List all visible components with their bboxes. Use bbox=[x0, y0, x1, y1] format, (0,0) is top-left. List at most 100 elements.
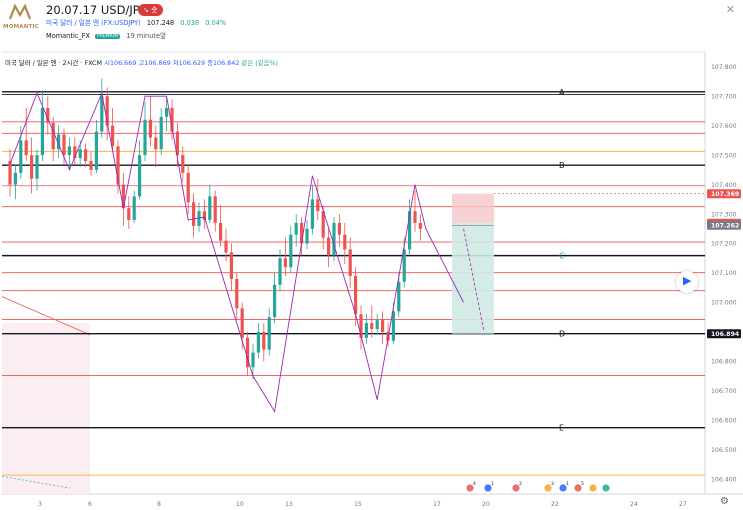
price-tick-label: 106.800 bbox=[711, 359, 737, 366]
play-button[interactable]: ▶ bbox=[676, 271, 698, 293]
candle-body bbox=[256, 331, 260, 353]
candle-body bbox=[213, 196, 217, 223]
economic-event-icon bbox=[602, 484, 610, 492]
economic-event-count: 1 bbox=[566, 481, 569, 487]
candle-body bbox=[273, 284, 277, 318]
candle-body bbox=[219, 222, 223, 241]
candle-body bbox=[202, 211, 206, 220]
candle-body bbox=[332, 222, 336, 256]
stop-loss-zone bbox=[452, 193, 494, 224]
candle-body bbox=[186, 172, 190, 203]
legend-symbol: 미국 달러 / 일본 엔 · 2시간 · FXCM bbox=[5, 59, 103, 67]
candle-body bbox=[13, 172, 17, 185]
time-tick-label: 17 bbox=[433, 501, 441, 508]
time-tick-label: 8 bbox=[157, 501, 161, 508]
price-tick-label: 106.600 bbox=[711, 418, 737, 425]
legend-ohlc: 시106.669 고106.869 저106.629 종106.842 bbox=[104, 59, 242, 67]
candle-body bbox=[418, 222, 422, 229]
candle-body bbox=[159, 116, 163, 150]
candle-body bbox=[327, 237, 331, 256]
economic-event-count: 4 bbox=[473, 481, 476, 487]
price-axis-marker-label: 106.894 bbox=[711, 331, 740, 338]
candle-body bbox=[364, 323, 368, 338]
time-tick-label: 24 bbox=[630, 501, 638, 508]
candle-body bbox=[35, 155, 39, 179]
economic-event-icon bbox=[589, 484, 597, 492]
price-tick-label: 107.000 bbox=[711, 300, 737, 307]
candle-body bbox=[165, 107, 169, 117]
economic-event-count: 2 bbox=[519, 481, 522, 487]
key-level-label-e: E bbox=[559, 424, 564, 433]
candle-body bbox=[397, 281, 401, 312]
candle-body bbox=[240, 308, 244, 338]
candle-body bbox=[84, 149, 88, 162]
time-tick-label: 22 bbox=[551, 501, 559, 508]
price-axis-marker-label: 107.262 bbox=[711, 222, 739, 229]
price-tick-label: 107.200 bbox=[711, 241, 737, 248]
price-tick-label: 107.700 bbox=[711, 93, 737, 100]
price-tick-label: 106.700 bbox=[711, 388, 737, 395]
candle-body bbox=[51, 122, 55, 150]
time-tick-label: 13 bbox=[285, 501, 293, 508]
candle-body bbox=[316, 199, 320, 212]
candle-body bbox=[413, 211, 417, 223]
time-tick-label: 3 bbox=[38, 501, 42, 508]
legend-change: 같은 (같음%) bbox=[241, 59, 279, 67]
price-tick-label: 107.500 bbox=[711, 152, 737, 159]
time-tick-label: 6 bbox=[88, 501, 92, 508]
candle-body bbox=[127, 208, 131, 220]
candle-body bbox=[78, 149, 82, 159]
candle-body bbox=[289, 234, 293, 268]
price-tick-label: 106.500 bbox=[711, 447, 737, 454]
candle-body bbox=[381, 320, 385, 332]
settings-icon[interactable]: ⚙ bbox=[720, 496, 729, 507]
key-level-label-c: C bbox=[559, 252, 565, 261]
economic-event-count: 1 bbox=[491, 481, 494, 487]
candle-body bbox=[251, 352, 255, 368]
candle-body bbox=[154, 137, 158, 150]
candle-body bbox=[354, 275, 358, 315]
price-tick-label: 107.300 bbox=[711, 211, 737, 218]
candle-body bbox=[24, 140, 28, 156]
candle-body bbox=[181, 155, 185, 173]
time-tick-label: 27 bbox=[679, 501, 687, 508]
chart-legend: 미국 달러 / 일본 엔 · 2시간 · FXCM 시106.669 고106.… bbox=[5, 58, 278, 67]
candle-body bbox=[40, 107, 44, 156]
candle-body bbox=[138, 155, 142, 197]
price-tick-label: 106.400 bbox=[711, 476, 737, 483]
candle-body bbox=[143, 119, 147, 156]
candle-body bbox=[224, 240, 228, 253]
key-level-label-a: A bbox=[559, 88, 565, 97]
candle-body bbox=[343, 234, 347, 250]
candle-body bbox=[310, 199, 314, 229]
price-tick-label: 107.100 bbox=[711, 270, 737, 277]
candle-body bbox=[337, 222, 341, 235]
candle-body bbox=[192, 202, 196, 226]
candle-body bbox=[278, 258, 282, 285]
candle-body bbox=[30, 155, 34, 179]
price-tick-label: 107.400 bbox=[711, 182, 737, 189]
time-tick-label: 15 bbox=[354, 501, 362, 508]
candle-body bbox=[267, 317, 271, 350]
price-axis-marker-label: 107.369 bbox=[711, 191, 739, 198]
candle-body bbox=[235, 278, 239, 309]
take-profit-zone bbox=[452, 223, 494, 334]
candle-body bbox=[67, 146, 71, 156]
candle-body bbox=[229, 252, 233, 279]
candle-body bbox=[283, 258, 287, 268]
key-level-label-d: D bbox=[559, 330, 565, 339]
time-tick-label: 10 bbox=[236, 501, 244, 508]
candle-body bbox=[208, 196, 212, 220]
candle-body bbox=[262, 331, 266, 350]
candle-body bbox=[89, 161, 93, 170]
candle-body bbox=[94, 131, 98, 170]
time-tick-label: 20 bbox=[482, 501, 490, 508]
candle-body bbox=[305, 228, 309, 244]
candle-body bbox=[370, 323, 374, 329]
shaded-region bbox=[2, 323, 90, 494]
price-chart[interactable]: A B C D E 107.800 107.700 107.600 107.500 107.400… bbox=[0, 0, 743, 510]
candle-body bbox=[148, 119, 152, 138]
economic-event-count: 5 bbox=[581, 481, 584, 487]
candle-body bbox=[62, 134, 66, 156]
economic-event-count: 3 bbox=[551, 481, 554, 487]
